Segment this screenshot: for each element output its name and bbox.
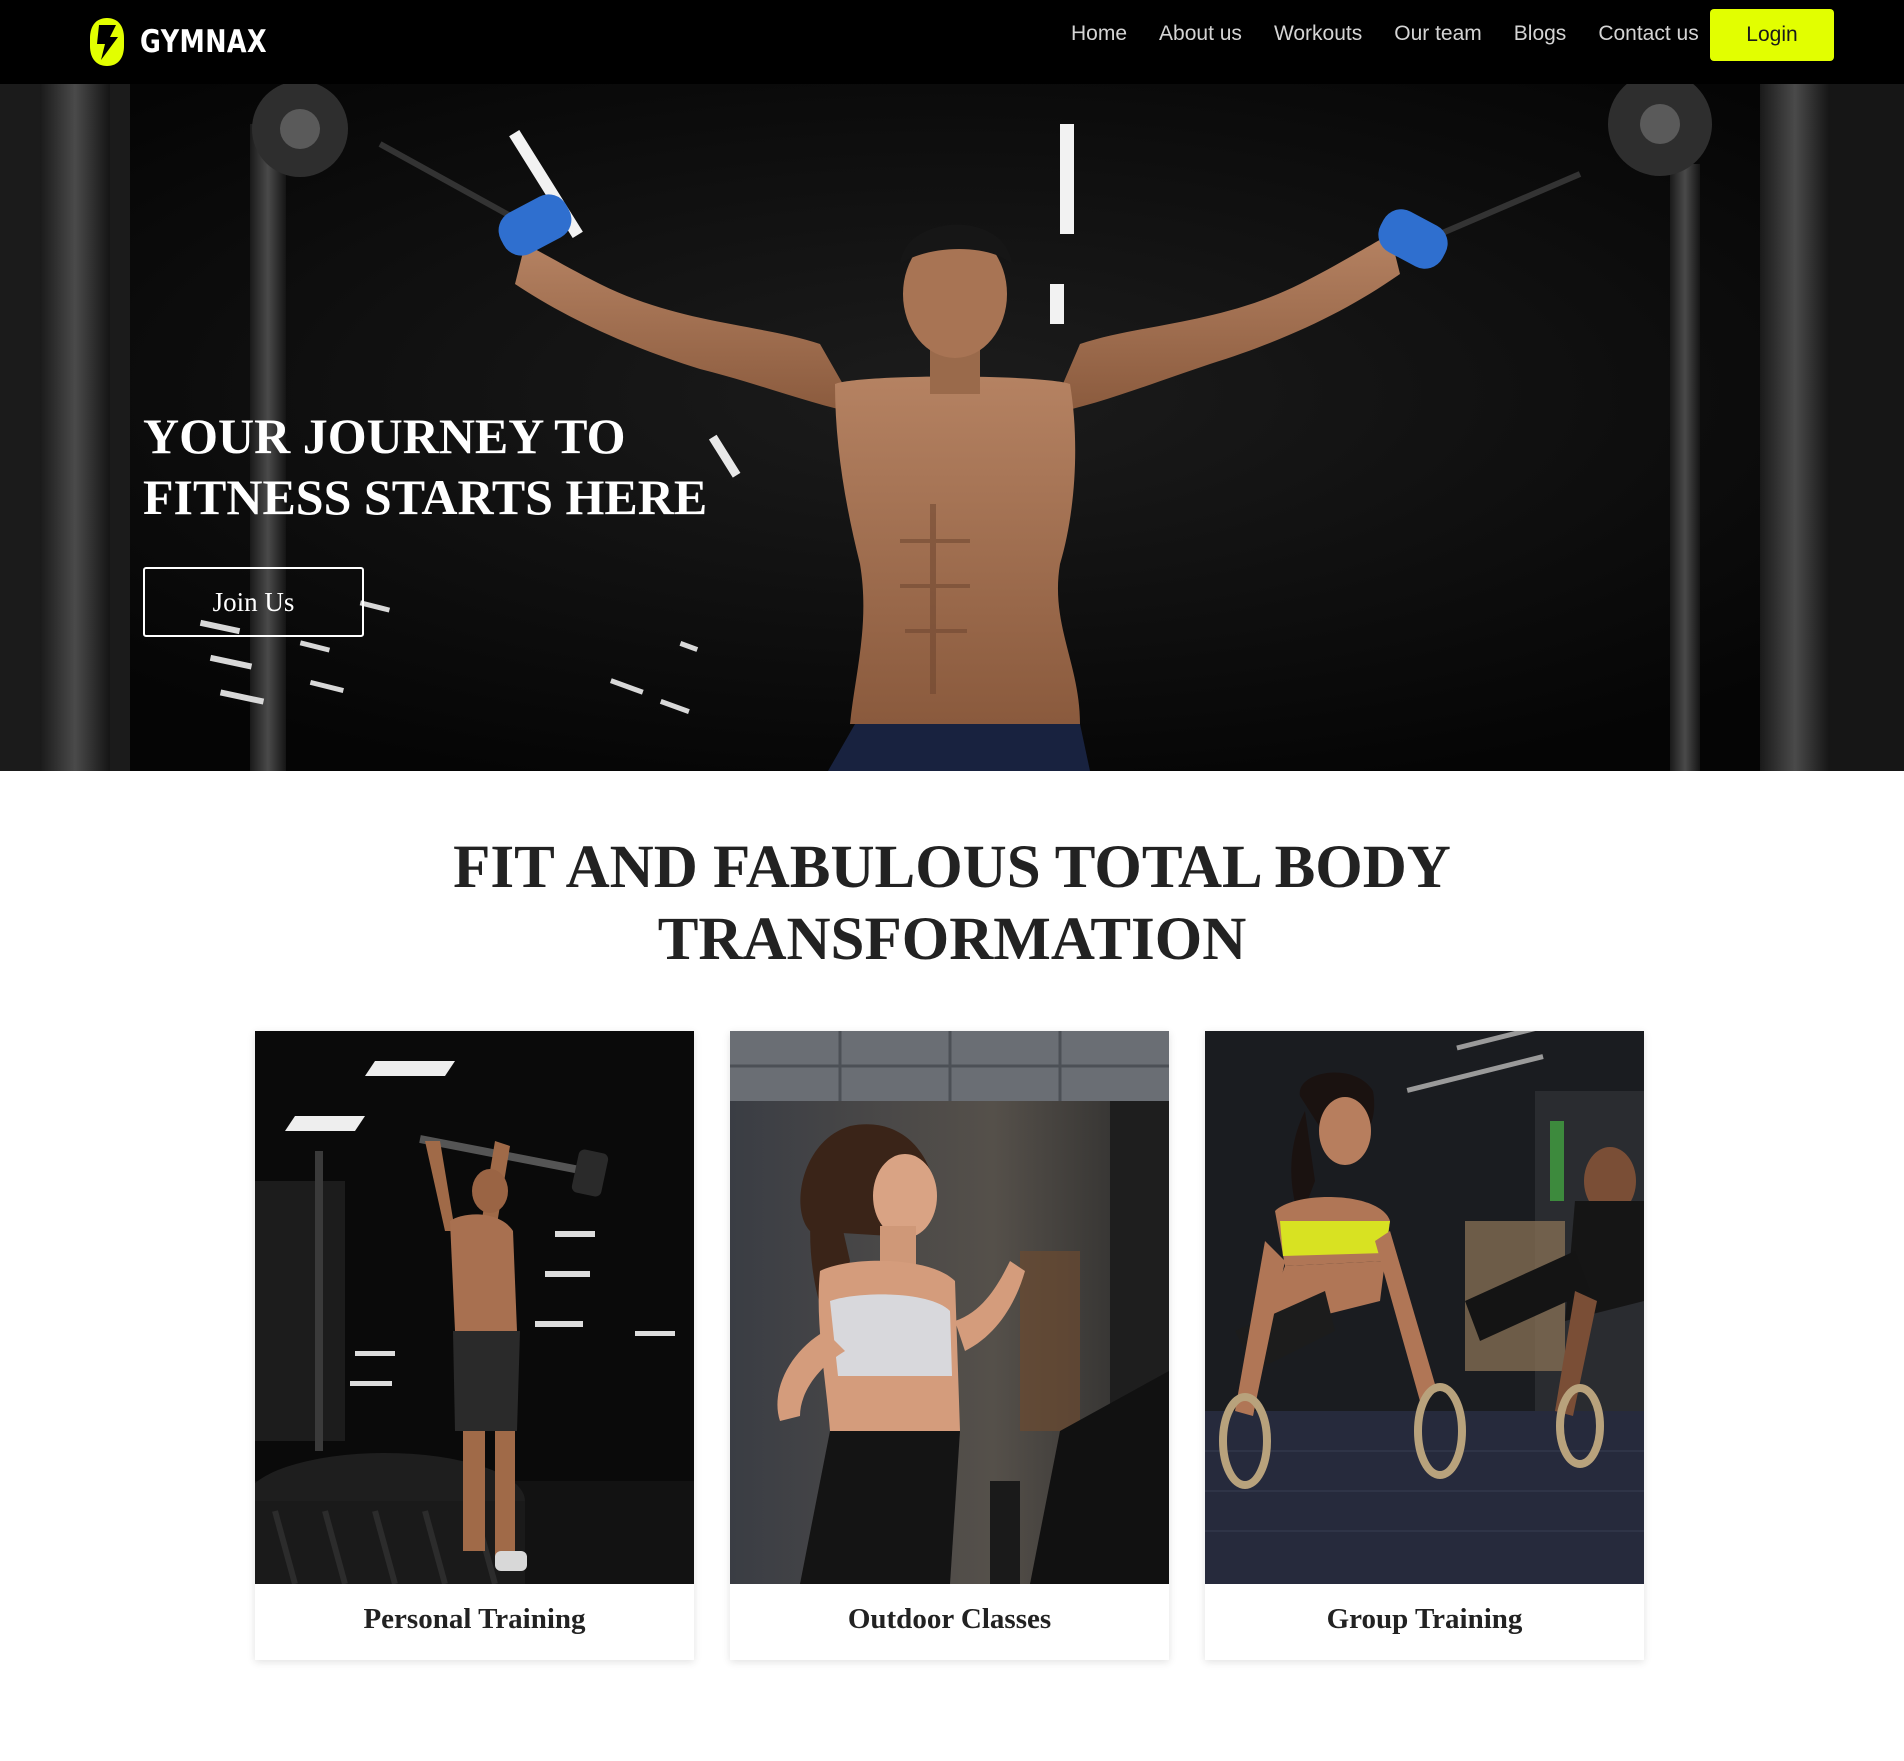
nav-link-blogs[interactable]: Blogs <box>1514 22 1567 46</box>
login-button[interactable]: Login <box>1710 9 1834 61</box>
card-outdoor-classes[interactable]: Outdoor Classes <box>730 1031 1169 1660</box>
hero-headline: YOUR JOURNEY TO FITNESS STARTS HERE <box>143 406 707 528</box>
hero-headline-line-1: YOUR JOURNEY TO <box>143 408 626 464</box>
group-training-image <box>1205 1031 1644 1584</box>
hero-headline-line-2: FITNESS STARTS HERE <box>143 469 708 525</box>
brand-name: GYMNAX <box>140 24 268 60</box>
card-personal-training[interactable]: Personal Training <box>255 1031 694 1660</box>
card-title: Personal Training <box>363 1603 586 1635</box>
card-title: Outdoor Classes <box>847 1603 1052 1635</box>
nav-link-contact[interactable]: Contact us <box>1598 22 1698 46</box>
card-group-training[interactable]: Group Training <box>1205 1031 1644 1660</box>
nav-link-about[interactable]: About us <box>1159 22 1242 46</box>
card-title: Group Training <box>1326 1603 1523 1635</box>
top-navbar: GYMNAX Home About us Workouts Our team B… <box>0 0 1904 84</box>
brand-logo[interactable]: GYMNAX <box>88 16 295 68</box>
hero-banner: YOUR JOURNEY TO FITNESS STARTS HERE Join… <box>0 84 1904 771</box>
nav-link-home[interactable]: Home <box>1071 22 1127 46</box>
section-heading-line-2: TRANSFORMATION <box>657 906 1247 973</box>
nav-links: Home About us Workouts Our team Blogs Co… <box>1071 22 1731 46</box>
personal-training-image <box>255 1031 694 1584</box>
program-cards: Personal Training Outdoor Classes Group … <box>255 1031 1644 1660</box>
section-heading: FIT AND FABULOUS TOTAL BODY TRANSFORMATI… <box>0 832 1904 976</box>
join-us-button[interactable]: Join Us <box>143 567 364 637</box>
nav-link-our-team[interactable]: Our team <box>1394 22 1482 46</box>
outdoor-classes-image <box>730 1031 1169 1584</box>
nav-link-workouts[interactable]: Workouts <box>1274 22 1362 46</box>
section-heading-line-1: FIT AND FABULOUS TOTAL BODY <box>453 834 1451 901</box>
lightning-logo-icon <box>90 18 124 66</box>
